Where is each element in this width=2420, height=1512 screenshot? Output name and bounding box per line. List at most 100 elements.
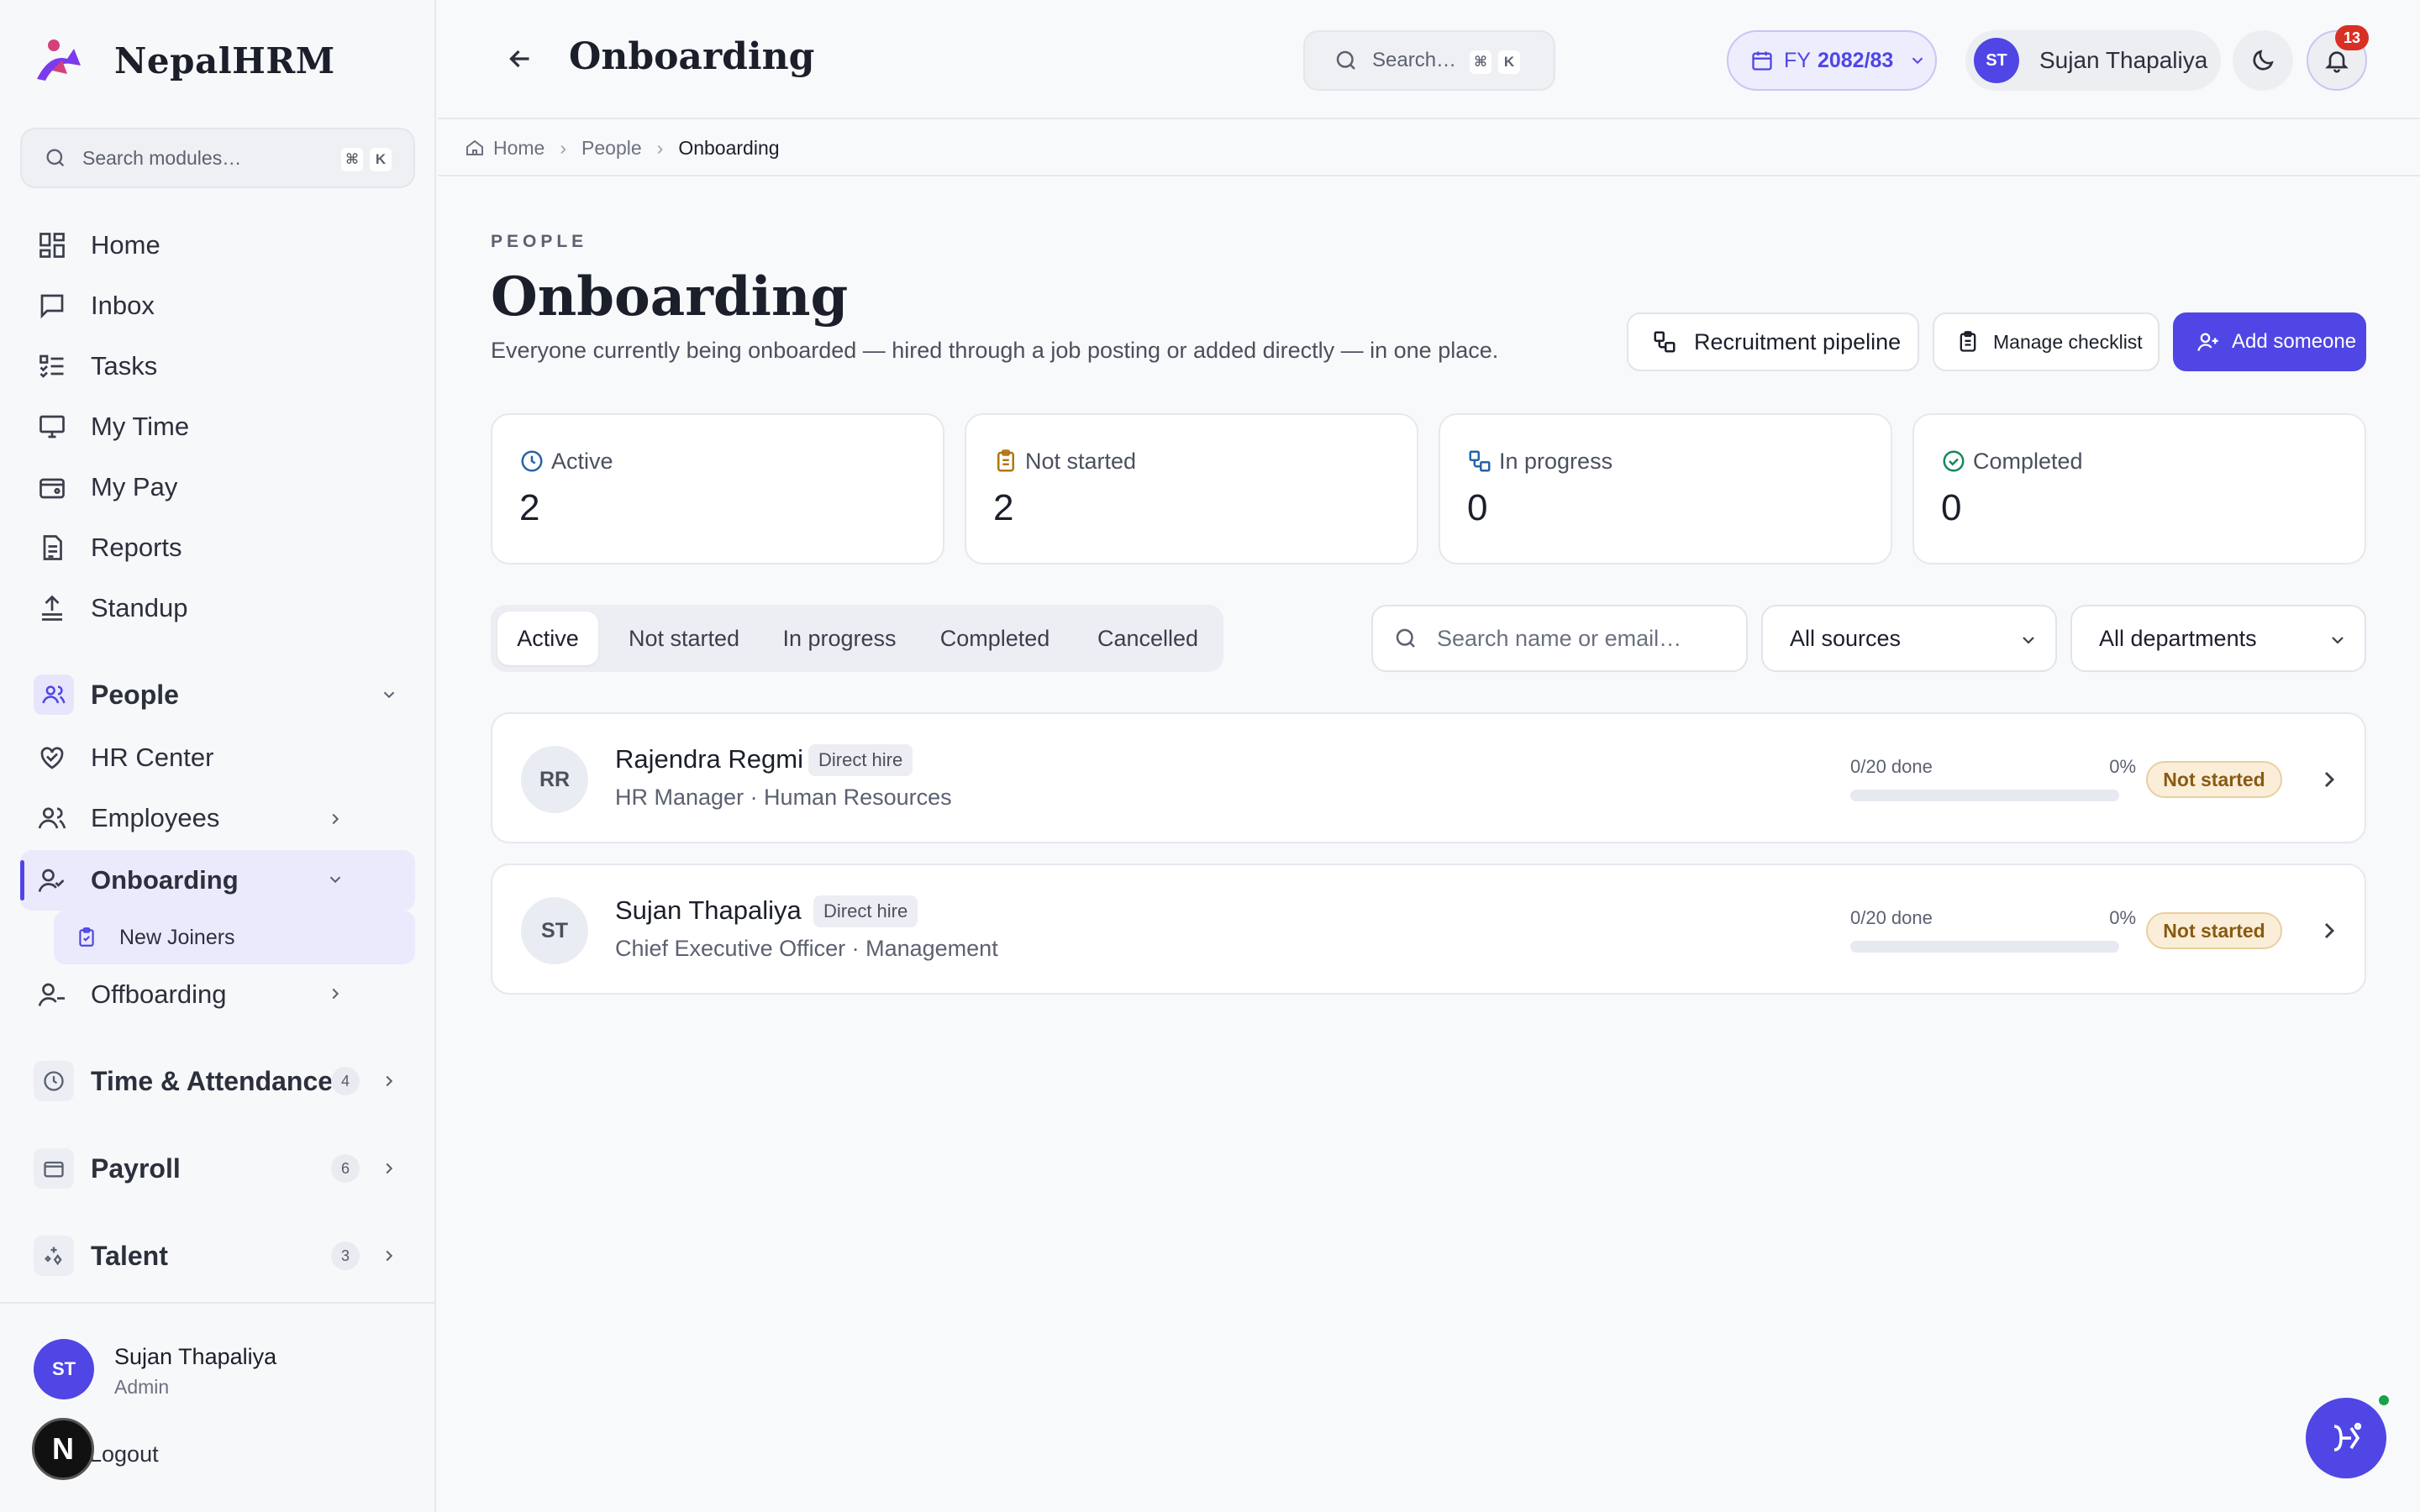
- onboarding-row[interactable]: RR Rajendra Regmi Direct hire HR Manager…: [491, 712, 2366, 843]
- nav-home[interactable]: Home: [37, 220, 160, 270]
- chevron-right-icon[interactable]: [2316, 917, 2343, 944]
- global-search-placeholder: Search…: [1372, 49, 1457, 71]
- assistant-icon: [2333, 1422, 2362, 1452]
- fiscal-year-selector[interactable]: FY 2082/83: [1727, 30, 1937, 91]
- tab-in-progress[interactable]: In progress: [768, 612, 911, 665]
- dev-tools-badge[interactable]: N: [32, 1418, 94, 1480]
- assistant-button[interactable]: [2306, 1398, 2386, 1478]
- brand-logo-icon: [37, 39, 81, 81]
- nav-reports-label: Reports: [91, 533, 182, 562]
- chevron-right-icon[interactable]: [380, 1247, 398, 1265]
- nav-group-talent[interactable]: Talent: [34, 1228, 168, 1284]
- recruitment-pipeline-button[interactable]: Recruitment pipeline: [1627, 312, 1919, 371]
- nav-inbox[interactable]: Inbox: [37, 281, 155, 331]
- person-name: Sujan Thapaliya: [615, 895, 802, 925]
- sparkles-icon: [45, 1247, 62, 1266]
- payroll-group-icon-box: [34, 1148, 74, 1189]
- source-tag: Direct hire: [813, 895, 918, 927]
- online-status-dot: [2376, 1393, 2391, 1408]
- source-tag: Direct hire: [808, 744, 913, 776]
- add-someone-label: Add someone: [2232, 330, 2357, 353]
- nav-employees[interactable]: Employees: [37, 793, 219, 843]
- workflow-icon: [1469, 450, 1491, 472]
- sidebar-user-name: Sujan Thapaliya: [114, 1344, 277, 1369]
- wallet-icon: [44, 1161, 64, 1178]
- avatar: RR: [521, 746, 588, 813]
- kbd-cmd: ⌘: [341, 148, 363, 171]
- clipboard-icon: [1960, 331, 1976, 352]
- chevron-down-icon[interactable]: [326, 870, 345, 889]
- stat-value: 0: [1941, 487, 1962, 528]
- calendar-icon: [1752, 51, 1772, 71]
- breadcrumb-separator: ›: [656, 136, 664, 159]
- nav-my-pay[interactable]: My Pay: [37, 462, 177, 512]
- chevron-down-icon: [1912, 57, 1923, 65]
- nav-offboarding[interactable]: Offboarding: [37, 969, 226, 1020]
- nav-group-payroll[interactable]: Payroll: [34, 1141, 181, 1196]
- tab-not-started[interactable]: Not started: [608, 612, 760, 665]
- fy-value: 2082/83: [1817, 48, 1894, 72]
- nav-standup[interactable]: Standup: [37, 583, 188, 633]
- nav-my-time[interactable]: My Time: [37, 402, 189, 452]
- time-group-label: Time & Attendance: [91, 1065, 334, 1096]
- check-circle-icon: [1943, 450, 1965, 472]
- nav-group-people[interactable]: People: [34, 667, 179, 722]
- chevron-right-icon[interactable]: [326, 810, 345, 828]
- monitor-icon: [39, 415, 65, 438]
- chevron-right-icon[interactable]: [326, 984, 345, 1003]
- chevron-down-icon: [2023, 637, 2034, 644]
- arrow-left-icon[interactable]: [505, 44, 535, 74]
- talent-group-count: 3: [331, 1242, 360, 1270]
- people-search-placeholder: Search name or email…: [1437, 625, 1682, 651]
- notification-count-badge: 13: [2335, 25, 2369, 50]
- nav-group-time-attendance[interactable]: Time & Attendance: [34, 1053, 333, 1109]
- user-menu-name: Sujan Thapaliya: [2039, 47, 2208, 73]
- breadcrumb-home[interactable]: Home: [493, 137, 544, 160]
- tab-active[interactable]: Active: [497, 612, 598, 665]
- topbar: Onboarding Search… ⌘ K FY 2082/83 ST Suj…: [438, 0, 2420, 119]
- stat-label: Not started: [1025, 449, 1137, 474]
- stat-value: 2: [519, 487, 540, 528]
- user-menu[interactable]: ST Sujan Thapaliya: [1965, 30, 2221, 91]
- time-group-count: 4: [331, 1067, 360, 1095]
- heart-handshake-icon: [40, 747, 64, 769]
- nav-tasks[interactable]: Tasks: [37, 341, 157, 391]
- theme-toggle-button[interactable]: [2233, 30, 2293, 91]
- brand-name: NepalHRM: [114, 39, 335, 81]
- nav-onboarding[interactable]: Onboarding: [37, 855, 239, 906]
- nav-reports[interactable]: Reports: [37, 522, 182, 573]
- avatar[interactable]: ST: [34, 1339, 94, 1399]
- module-search-placeholder: Search modules…: [82, 146, 242, 169]
- logout-link[interactable]: Logout: [89, 1441, 159, 1467]
- chevron-right-icon[interactable]: [2316, 766, 2343, 793]
- breadcrumb-people[interactable]: People: [581, 137, 642, 160]
- status-badge: Not started: [2146, 912, 2282, 949]
- department-select[interactable]: All departments: [2070, 605, 2366, 672]
- breadcrumb: Home › People › Onboarding: [438, 121, 2420, 176]
- nav-hr-center[interactable]: HR Center: [37, 732, 213, 783]
- nav-new-joiners[interactable]: New Joiners: [54, 911, 415, 964]
- wallet-icon: [39, 478, 65, 499]
- kbd-cmd: ⌘: [1470, 50, 1491, 74]
- brand[interactable]: NepalHRM: [34, 37, 335, 84]
- manage-checklist-button[interactable]: Manage checklist: [1933, 312, 2160, 371]
- onboarding-row[interactable]: ST Sujan Thapaliya Direct hire Chief Exe…: [491, 864, 2366, 995]
- source-select[interactable]: All sources: [1761, 605, 2057, 672]
- nav-employees-label: Employees: [91, 803, 220, 832]
- stat-label: Active: [551, 449, 613, 474]
- people-search-input[interactable]: Search name or email…: [1371, 605, 1748, 672]
- nav-home-label: Home: [91, 230, 160, 260]
- chevron-down-icon[interactable]: [380, 685, 398, 704]
- sidebar: NepalHRM Search modules… ⌘ K Home Inbox …: [0, 0, 436, 1512]
- chevron-right-icon[interactable]: [380, 1072, 398, 1090]
- avatar: ST: [1974, 38, 2019, 83]
- module-search-input[interactable]: Search modules… ⌘ K: [20, 128, 415, 188]
- add-someone-button[interactable]: Add someone: [2173, 312, 2366, 371]
- fy-prefix: FY: [1784, 48, 1811, 72]
- chevron-right-icon[interactable]: [380, 1159, 398, 1178]
- progress-count: 0/20 done: [1850, 756, 1933, 777]
- person-role: HR Manager · Human Resources: [615, 785, 952, 810]
- tab-completed[interactable]: Completed: [919, 612, 1071, 665]
- global-search-input[interactable]: Search… ⌘ K: [1303, 30, 1555, 91]
- tab-cancelled[interactable]: Cancelled: [1079, 612, 1217, 665]
